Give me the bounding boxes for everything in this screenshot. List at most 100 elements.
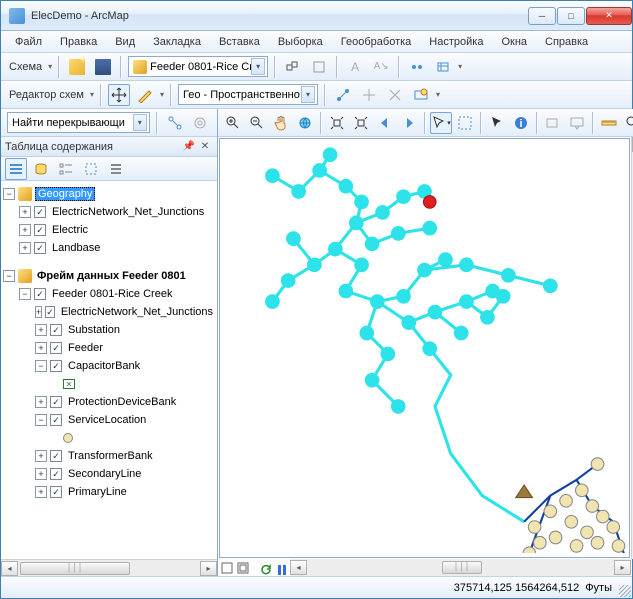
hyperlink-button[interactable] <box>542 112 564 134</box>
menu-insert[interactable]: Вставка <box>211 34 268 50</box>
checkbox[interactable]: ✓ <box>34 206 46 218</box>
save-button[interactable] <box>92 56 114 78</box>
tree-item[interactable]: ElectricNetwork_Net_Junctions <box>59 306 215 318</box>
tool-btn-1[interactable] <box>282 56 304 78</box>
checkbox[interactable]: ✓ <box>50 486 62 498</box>
checkbox[interactable]: ✓ <box>50 324 62 336</box>
back-button[interactable] <box>374 112 396 134</box>
tree-frame[interactable]: Фрейм данных Feeder 0801 <box>35 270 188 282</box>
zoom-in-fixed-button[interactable] <box>326 112 348 134</box>
tree-feeder[interactable]: Feeder 0801-Rice Creek <box>50 288 174 300</box>
layout-view-button[interactable] <box>236 561 250 575</box>
checkbox[interactable]: ✓ <box>50 414 62 426</box>
expand-icon[interactable]: − <box>3 270 15 282</box>
maximize-button[interactable]: □ <box>557 7 585 25</box>
tool-btn-2[interactable] <box>308 56 330 78</box>
menu-edit[interactable]: Правка <box>52 34 105 50</box>
expand-icon[interactable]: + <box>35 468 47 480</box>
menu-windows[interactable]: Окна <box>493 34 535 50</box>
pan-button[interactable] <box>270 112 292 134</box>
net-tool-3[interactable] <box>384 84 406 106</box>
geo-combo[interactable]: Гео - Пространственно ▾ <box>178 84 318 105</box>
tree-hscroll[interactable]: ◂ ׀׀׀ ▸ <box>1 559 217 576</box>
checkbox[interactable]: ✓ <box>34 242 46 254</box>
expand-icon[interactable]: + <box>19 242 31 254</box>
measure-button[interactable] <box>598 112 620 134</box>
full-extent-button[interactable] <box>294 112 316 134</box>
data-view-button[interactable] <box>220 561 234 575</box>
tool-btn-5[interactable] <box>406 56 428 78</box>
find-button[interactable] <box>622 112 633 134</box>
net-tool-2[interactable] <box>358 84 380 106</box>
tree-geography[interactable]: Geography <box>35 187 95 201</box>
tree-item[interactable]: CapacitorBank <box>66 360 142 372</box>
zoom-in-button[interactable] <box>222 112 244 134</box>
list-by-selection-button[interactable] <box>80 158 102 180</box>
clear-selection-button[interactable] <box>454 112 476 134</box>
tree-item[interactable]: ProtectionDeviceBank <box>66 396 178 408</box>
open-button[interactable] <box>66 56 88 78</box>
tree-item[interactable]: Landbase <box>50 242 102 254</box>
feeder-combo[interactable]: Feeder 0801-Rice Cre ▾ <box>128 56 268 77</box>
checkbox[interactable]: ✓ <box>50 450 62 462</box>
tree-item[interactable]: TransformerBank <box>66 450 155 462</box>
map-canvas[interactable] <box>219 138 630 558</box>
tree-item[interactable]: Substation <box>66 324 122 336</box>
zoom-out-button[interactable] <box>246 112 268 134</box>
tree-item[interactable]: Electric <box>50 224 90 236</box>
tree-item[interactable]: PrimaryLine <box>66 486 129 498</box>
find-combo[interactable]: Найти перекрывающи ▾ <box>7 112 150 133</box>
expand-icon[interactable]: + <box>35 324 47 336</box>
checkbox[interactable]: ✓ <box>50 360 62 372</box>
menu-file[interactable]: Файл <box>7 34 50 50</box>
find-tool-2[interactable] <box>189 112 211 134</box>
options-button[interactable] <box>105 158 127 180</box>
expand-icon[interactable]: + <box>35 396 47 408</box>
list-by-source-button[interactable] <box>30 158 52 180</box>
identify-button[interactable]: i <box>510 112 532 134</box>
expand-icon[interactable]: − <box>35 414 47 426</box>
menu-view[interactable]: Вид <box>107 34 143 50</box>
expand-icon[interactable]: + <box>35 450 47 462</box>
checkbox[interactable]: ✓ <box>45 306 55 318</box>
list-by-drawing-button[interactable] <box>5 158 27 180</box>
expand-icon[interactable]: + <box>19 206 31 218</box>
list-by-visibility-button[interactable] <box>55 158 77 180</box>
checkbox[interactable]: ✓ <box>34 288 46 300</box>
expand-icon[interactable]: + <box>35 342 47 354</box>
forward-button[interactable] <box>398 112 420 134</box>
pin-icon[interactable]: 📌 <box>181 139 197 155</box>
tree-item[interactable]: ServiceLocation <box>66 414 148 426</box>
tree-item[interactable]: SecondaryLine <box>66 468 143 480</box>
close-button[interactable]: ✕ <box>586 7 632 25</box>
tool-btn-6[interactable] <box>432 56 454 78</box>
checkbox[interactable]: ✓ <box>34 224 46 236</box>
resize-grip-icon[interactable] <box>619 585 631 597</box>
layer-tree[interactable]: −Geography +✓ElectricNetwork_Net_Junctio… <box>1 181 217 559</box>
net-tool-4[interactable] <box>410 84 432 106</box>
menu-customize[interactable]: Настройка <box>421 34 491 50</box>
menu-selection[interactable]: Выборка <box>270 34 331 50</box>
minimize-button[interactable]: ─ <box>528 7 556 25</box>
expand-icon[interactable]: − <box>3 188 15 200</box>
find-tool-1[interactable] <box>164 112 186 134</box>
html-popup-button[interactable] <box>566 112 588 134</box>
tool-btn-4[interactable]: A↘ <box>370 56 392 78</box>
zoom-out-fixed-button[interactable] <box>350 112 372 134</box>
tree-item[interactable]: ElectricNetwork_Net_Junctions <box>50 206 206 218</box>
checkbox[interactable]: ✓ <box>50 468 62 480</box>
map-hscroll[interactable]: ◂ ׀׀׀ ▸ <box>290 559 631 576</box>
menu-help[interactable]: Справка <box>537 34 596 50</box>
menu-bookmark[interactable]: Закладка <box>145 34 209 50</box>
expand-icon[interactable]: − <box>19 288 31 300</box>
expand-icon[interactable]: − <box>35 360 47 372</box>
expand-icon[interactable]: + <box>35 306 42 318</box>
tree-item[interactable]: Feeder <box>66 342 105 354</box>
expand-icon[interactable]: + <box>19 224 31 236</box>
menu-geoprocessing[interactable]: Геообработка <box>333 34 420 50</box>
expand-icon[interactable]: + <box>35 486 47 498</box>
close-panel-icon[interactable]: ✕ <box>197 139 213 155</box>
edit-tool[interactable] <box>134 84 156 106</box>
net-tool-1[interactable] <box>332 84 354 106</box>
select-elements-button[interactable] <box>486 112 508 134</box>
